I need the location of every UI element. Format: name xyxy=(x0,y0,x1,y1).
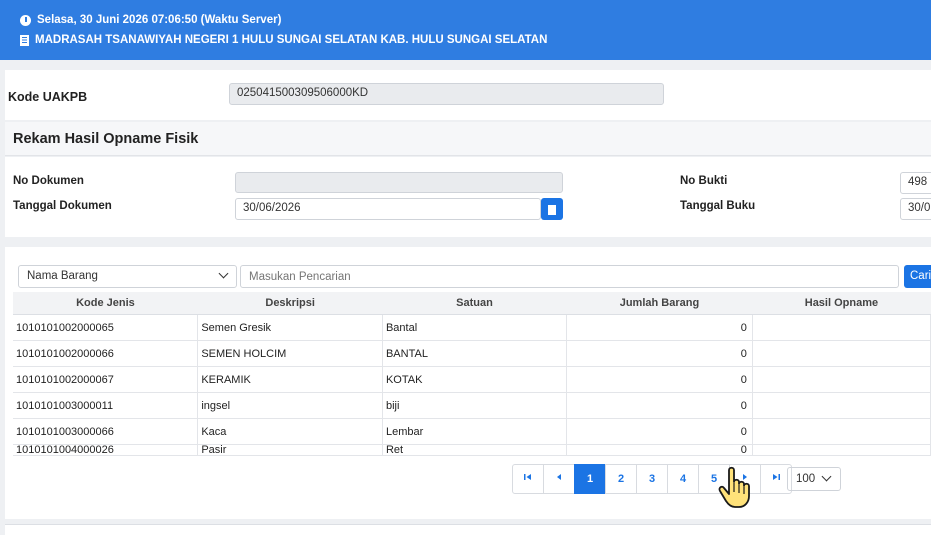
section-header: Rekam Hasil Opname Fisik xyxy=(5,122,931,156)
info-header: Selasa, 30 Juni 2026 07:06:50 (Waktu Ser… xyxy=(0,0,931,60)
column-header[interactable]: Hasil Opname xyxy=(752,292,931,315)
cell-satuan: biji xyxy=(382,392,568,419)
hand-cursor-icon xyxy=(718,466,750,508)
cell-jumlah: 0 xyxy=(566,340,753,367)
cell-kode: 1010101002000066 xyxy=(13,340,199,367)
cell-satuan: BANTAL xyxy=(382,340,568,367)
items-panel: Nama Barang Cari Kode Jenis Deskripsi Sa… xyxy=(5,247,931,519)
uakpb-field: 025041500309506000KD xyxy=(229,83,664,105)
cell-jumlah: 0 xyxy=(566,366,753,393)
search-input[interactable] xyxy=(240,265,899,288)
uakpb-panel: Kode UAKPB 025041500309506000KD xyxy=(5,70,931,120)
tanggal-dokumen-field[interactable]: 30/06/2026 xyxy=(235,198,541,220)
page-button-4[interactable]: 4 xyxy=(667,464,699,494)
cell-kode: 1010101003000066 xyxy=(13,418,199,445)
chevron-down-icon xyxy=(218,268,229,279)
tanggal-buku-label: Tanggal Buku xyxy=(680,200,756,212)
cell-deskripsi: SEMEN HOLCIM xyxy=(197,340,383,367)
page-button-1[interactable]: 1 xyxy=(574,464,606,494)
tanggal-buku-field[interactable]: 30/0 xyxy=(900,198,931,220)
cell-deskripsi: Pasir xyxy=(197,444,383,456)
cell-satuan: Ret xyxy=(382,444,568,456)
cell-deskripsi: ingsel xyxy=(197,392,383,419)
first-page-icon xyxy=(524,474,531,480)
institution-name: MADRASAH TSANAWIYAH NEGERI 1 HULU SUNGAI… xyxy=(35,34,548,46)
search-filter-select[interactable]: Nama Barang xyxy=(18,265,237,288)
no-bukti-field[interactable]: 498 xyxy=(900,172,931,194)
building-icon xyxy=(20,34,29,46)
tanggal-dokumen-label: Tanggal Dokumen xyxy=(13,200,112,212)
cell-deskripsi: Kaca xyxy=(197,418,383,445)
last-page-icon xyxy=(773,474,780,480)
search-filter-value: Nama Barang xyxy=(27,270,98,282)
column-header[interactable]: Deskripsi xyxy=(197,292,383,315)
footer-panel xyxy=(5,524,931,535)
page-button-3[interactable]: 3 xyxy=(636,464,668,494)
table-row[interactable]: 1010101004000026 Pasir Ret 0 xyxy=(13,444,931,456)
clock-icon xyxy=(20,14,31,26)
cell-satuan: Lembar xyxy=(382,418,568,445)
cell-kode: 1010101003000011 xyxy=(13,392,199,419)
column-header[interactable]: Satuan xyxy=(382,292,567,315)
cell-kode: 1010101002000067 xyxy=(13,366,199,393)
cell-hasil-opname[interactable] xyxy=(752,392,931,419)
section-title: Rekam Hasil Opname Fisik xyxy=(13,131,199,147)
no-dokumen-field[interactable] xyxy=(235,172,563,193)
cell-kode: 1010101002000065 xyxy=(13,314,199,341)
table-row[interactable]: 1010101002000067 KERAMIK KOTAK 0 xyxy=(13,366,931,393)
cell-kode: 1010101004000026 xyxy=(13,444,199,456)
cell-hasil-opname[interactable] xyxy=(752,366,931,393)
prev-page-icon xyxy=(557,474,561,480)
server-time-row: Selasa, 30 Juni 2026 07:06:50 (Waktu Ser… xyxy=(20,14,281,26)
cell-deskripsi: Semen Gresik xyxy=(197,314,383,341)
cell-jumlah: 0 xyxy=(566,392,753,419)
per-page-value: 100 xyxy=(796,473,816,485)
no-dokumen-label: No Dokumen xyxy=(13,175,84,187)
cell-satuan: KOTAK xyxy=(382,366,568,393)
table-row[interactable]: 1010101003000066 Kaca Lembar 0 xyxy=(13,418,931,445)
column-header[interactable]: Kode Jenis xyxy=(13,292,198,315)
calendar-button[interactable] xyxy=(541,198,563,220)
first-page-button[interactable] xyxy=(512,464,544,494)
cell-hasil-opname[interactable] xyxy=(752,444,931,456)
page-button-2[interactable]: 2 xyxy=(605,464,637,494)
cell-deskripsi: KERAMIK xyxy=(197,366,383,393)
prev-page-button[interactable] xyxy=(543,464,575,494)
items-table: Kode Jenis Deskripsi Satuan Jumlah Baran… xyxy=(13,292,931,456)
cell-jumlah: 0 xyxy=(566,418,753,445)
cell-hasil-opname[interactable] xyxy=(752,340,931,367)
table-row[interactable]: 1010101002000065 Semen Gresik Bantal 0 xyxy=(13,314,931,341)
cell-jumlah: 0 xyxy=(566,444,753,456)
uakpb-label: Kode UAKPB xyxy=(8,90,88,104)
cell-hasil-opname[interactable] xyxy=(752,418,931,445)
no-bukti-label: No Bukti xyxy=(680,175,728,187)
institution-row: MADRASAH TSANAWIYAH NEGERI 1 HULU SUNGAI… xyxy=(20,34,547,46)
calendar-icon xyxy=(548,205,556,215)
cell-satuan: Bantal xyxy=(382,314,568,341)
table-header-row: Kode Jenis Deskripsi Satuan Jumlah Baran… xyxy=(13,292,931,315)
document-form: No Dokumen Tanggal Dokumen 30/06/2026 No… xyxy=(5,157,931,237)
cell-jumlah: 0 xyxy=(566,314,753,341)
cell-hasil-opname[interactable] xyxy=(752,314,931,341)
table-row[interactable]: 1010101003000011 ingsel biji 0 xyxy=(13,392,931,419)
search-button[interactable]: Cari xyxy=(904,265,931,288)
server-datetime: Selasa, 30 Juni 2026 07:06:50 (Waktu Ser… xyxy=(37,14,282,26)
chevron-down-icon xyxy=(821,471,832,482)
table-row[interactable]: 1010101002000066 SEMEN HOLCIM BANTAL 0 xyxy=(13,340,931,367)
column-header[interactable]: Jumlah Barang xyxy=(566,292,753,315)
per-page-select[interactable]: 100 xyxy=(787,467,841,491)
